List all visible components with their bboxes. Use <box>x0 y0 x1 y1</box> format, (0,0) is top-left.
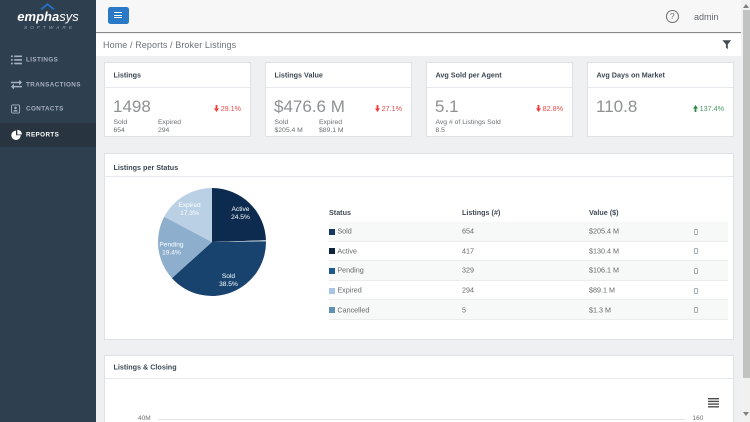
svg-text:Active: Active <box>231 206 249 213</box>
svg-text:17.3%: 17.3% <box>180 210 199 217</box>
svg-text:38.5%: 38.5% <box>219 281 238 288</box>
svg-text:Pending: Pending <box>159 241 184 248</box>
svg-text:Sold: Sold <box>221 273 235 280</box>
svg-text:Expired: Expired <box>178 202 201 209</box>
svg-text:24.5%: 24.5% <box>231 214 250 221</box>
svg-text:19.4%: 19.4% <box>162 249 181 256</box>
